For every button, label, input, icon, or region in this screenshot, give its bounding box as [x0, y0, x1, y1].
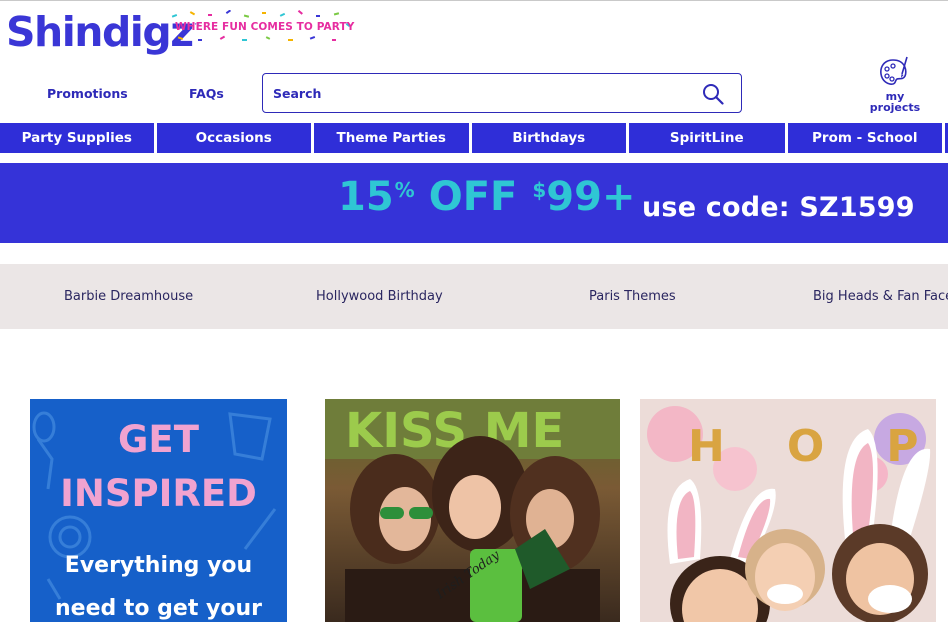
- st-patricks-photo: KISS ME Irish Today: [325, 399, 620, 622]
- get-inspired-subtitle-line1: Everything you: [64, 553, 253, 578]
- get-inspired-title-line1: GET: [118, 418, 199, 461]
- search-input[interactable]: [273, 83, 693, 103]
- tagline-text: WHERE FUN COMES TO PARTY: [175, 21, 355, 33]
- nav-spiritline[interactable]: SpiritLine: [629, 123, 785, 153]
- promo-dollar-sign: $: [532, 178, 547, 202]
- nav-prom-school[interactable]: Prom - School: [787, 123, 942, 153]
- st-patricks-party-card[interactable]: KISS ME Irish Today: [325, 399, 620, 622]
- easter-party-card[interactable]: HOP: [640, 399, 936, 622]
- my-projects-label-line2: projects: [869, 101, 921, 114]
- promo-off: OFF: [428, 174, 518, 220]
- palette-icon: [880, 56, 908, 85]
- hop-balloons: HOP: [688, 421, 936, 472]
- promo-discount: 15% OFF $99+: [338, 174, 635, 220]
- get-inspired-title-line2: INSPIRED: [60, 472, 257, 515]
- nav-occasions[interactable]: Occasions: [156, 123, 311, 153]
- promo-percent: 15: [338, 174, 394, 220]
- logo-wordmark: Shindigz: [6, 8, 194, 56]
- featured-themes-strip: Barbie Dreamhouse Hollywood Birthday Par…: [0, 264, 948, 329]
- promo-amount: 99+: [546, 174, 636, 220]
- easter-photo: HOP: [640, 399, 936, 622]
- main-nav: Party Supplies Occasions Theme Parties B…: [0, 123, 948, 153]
- get-inspired-card[interactable]: GET INSPIRED Everything you need to get …: [30, 399, 287, 622]
- nav-theme-parties[interactable]: Theme Parties: [314, 123, 469, 153]
- search-icon[interactable]: [702, 83, 724, 105]
- theme-link-hollywood-birthday[interactable]: Hollywood Birthday: [316, 289, 443, 304]
- theme-link-barbie-dreamhouse[interactable]: Barbie Dreamhouse: [64, 289, 193, 304]
- promo-percent-sign: %: [394, 178, 415, 202]
- promo-code-text: use code: SZ1599: [642, 192, 915, 223]
- nav-party-supplies[interactable]: Party Supplies: [0, 123, 154, 153]
- theme-link-paris-themes[interactable]: Paris Themes: [589, 289, 676, 304]
- theme-link-big-heads-fan-faces[interactable]: Big Heads & Fan Faces: [813, 289, 948, 304]
- tagline-graphic: WHERE FUN COMES TO PARTY: [168, 10, 355, 44]
- nav-birthdays[interactable]: Birthdays: [471, 123, 626, 153]
- my-projects-button[interactable]: my projects: [866, 55, 924, 117]
- top-border: [0, 0, 948, 3]
- get-inspired-subtitle-line2: need to get your: [54, 596, 262, 621]
- search-bar: [262, 73, 742, 113]
- faqs-link[interactable]: FAQs: [189, 86, 224, 101]
- promotions-link[interactable]: Promotions: [47, 86, 128, 101]
